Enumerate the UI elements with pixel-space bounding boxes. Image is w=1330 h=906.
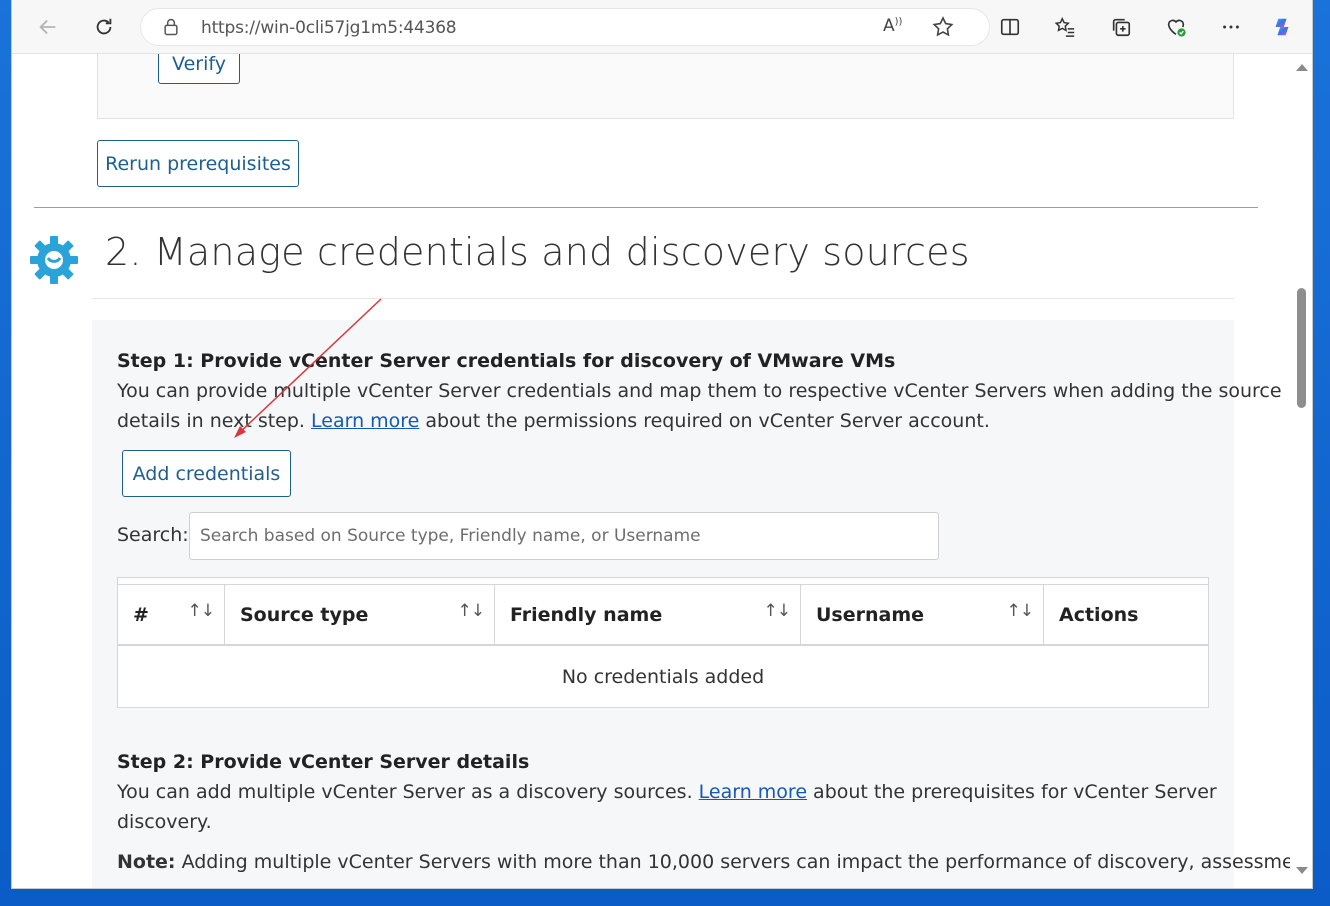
sort-icon[interactable]: ↑↓ — [458, 601, 485, 621]
section-divider — [34, 207, 1258, 208]
scroll-thumb[interactable] — [1297, 288, 1306, 408]
back-icon[interactable] — [32, 11, 64, 43]
column-label: Friendly name — [510, 604, 663, 626]
favorites-icon[interactable] — [1049, 11, 1081, 43]
step2-title: Step 2: Provide vCenter Server details — [117, 751, 530, 773]
browser-window: https://win-0cli57jg1m5:44368 A)) Verify… — [12, 0, 1312, 888]
scroll-down-icon[interactable] — [1296, 867, 1308, 874]
title-underline — [92, 298, 1234, 299]
lock-icon[interactable] — [161, 17, 181, 37]
step2-description: You can add multiple vCenter Server as a… — [117, 777, 1217, 837]
note-text: Adding multiple vCenter Servers with mor… — [175, 851, 1290, 873]
step1-learn-more-link[interactable]: Learn more — [311, 410, 419, 432]
prerequisite-panel: Verify — [97, 54, 1234, 119]
search-input[interactable] — [189, 512, 939, 560]
browser-toolbar: https://win-0cli57jg1m5:44368 A)) — [12, 0, 1312, 54]
collections-icon[interactable] — [1105, 11, 1137, 43]
address-bar[interactable]: https://win-0cli57jg1m5:44368 A)) — [140, 8, 990, 46]
step1-description: You can provide multiple vCenter Server … — [117, 376, 1282, 436]
step2-line1-post: about the prerequisites for vCenter Serv… — [807, 781, 1217, 803]
add-credentials-button[interactable]: Add credentials — [122, 450, 291, 497]
read-aloud-icon[interactable]: A)) — [883, 16, 902, 36]
column-label: Source type — [240, 604, 369, 626]
step2-note: Note: Adding multiple vCenter Servers wi… — [117, 847, 1290, 877]
section-title: 2. Manage credentials and discovery sour… — [105, 230, 970, 274]
favorite-star-icon[interactable] — [931, 15, 955, 39]
table-header: # ↑↓ Source type ↑↓ Friendly name ↑↓ Use… — [118, 584, 1208, 646]
column-header-source-type[interactable]: Source type ↑↓ — [225, 585, 495, 645]
search-label: Search: — [117, 524, 189, 546]
sort-icon[interactable]: ↑↓ — [1007, 601, 1034, 621]
column-label: Username — [816, 604, 925, 626]
sort-icon[interactable]: ↑↓ — [188, 601, 215, 621]
split-screen-icon[interactable] — [994, 11, 1026, 43]
step2-learn-more-link[interactable]: Learn more — [699, 781, 807, 803]
column-label: # — [133, 604, 149, 626]
verify-button[interactable]: Verify — [158, 54, 240, 84]
scroll-up-icon[interactable] — [1296, 64, 1308, 71]
rerun-prerequisites-button[interactable]: Rerun prerequisites — [97, 140, 299, 187]
step1-line2-pre: details in next step. — [117, 410, 312, 432]
column-label: Actions — [1059, 604, 1139, 626]
page-content: Verify Rerun prerequisites 2. Manage cre… — [12, 54, 1290, 888]
step1-line2-post: about the permissions required on vCente… — [419, 410, 990, 432]
column-header-friendly-name[interactable]: Friendly name ↑↓ — [495, 585, 801, 645]
column-header-index[interactable]: # ↑↓ — [118, 585, 225, 645]
step2-line2: discovery. — [117, 811, 212, 833]
column-header-actions: Actions — [1044, 585, 1208, 645]
address-url[interactable]: https://win-0cli57jg1m5:44368 — [201, 18, 457, 38]
copilot-icon[interactable] — [1266, 11, 1298, 43]
step2-line1-pre: You can add multiple vCenter Server as a… — [117, 781, 699, 803]
browser-essentials-icon[interactable] — [1160, 11, 1192, 43]
more-icon[interactable] — [1215, 11, 1247, 43]
sort-icon[interactable]: ↑↓ — [764, 601, 791, 621]
step1-line1: You can provide multiple vCenter Server … — [117, 380, 1282, 402]
step1-title: Step 1: Provide vCenter Server credentia… — [117, 350, 896, 372]
vertical-scrollbar[interactable] — [1290, 54, 1312, 888]
note-label: Note: — [117, 851, 176, 873]
column-header-username[interactable]: Username ↑↓ — [801, 585, 1044, 645]
empty-table-message: No credentials added — [561, 666, 765, 688]
gear-icon — [30, 236, 78, 284]
refresh-icon[interactable] — [88, 11, 120, 43]
credentials-table: # ↑↓ Source type ↑↓ Friendly name ↑↓ Use… — [117, 577, 1209, 708]
